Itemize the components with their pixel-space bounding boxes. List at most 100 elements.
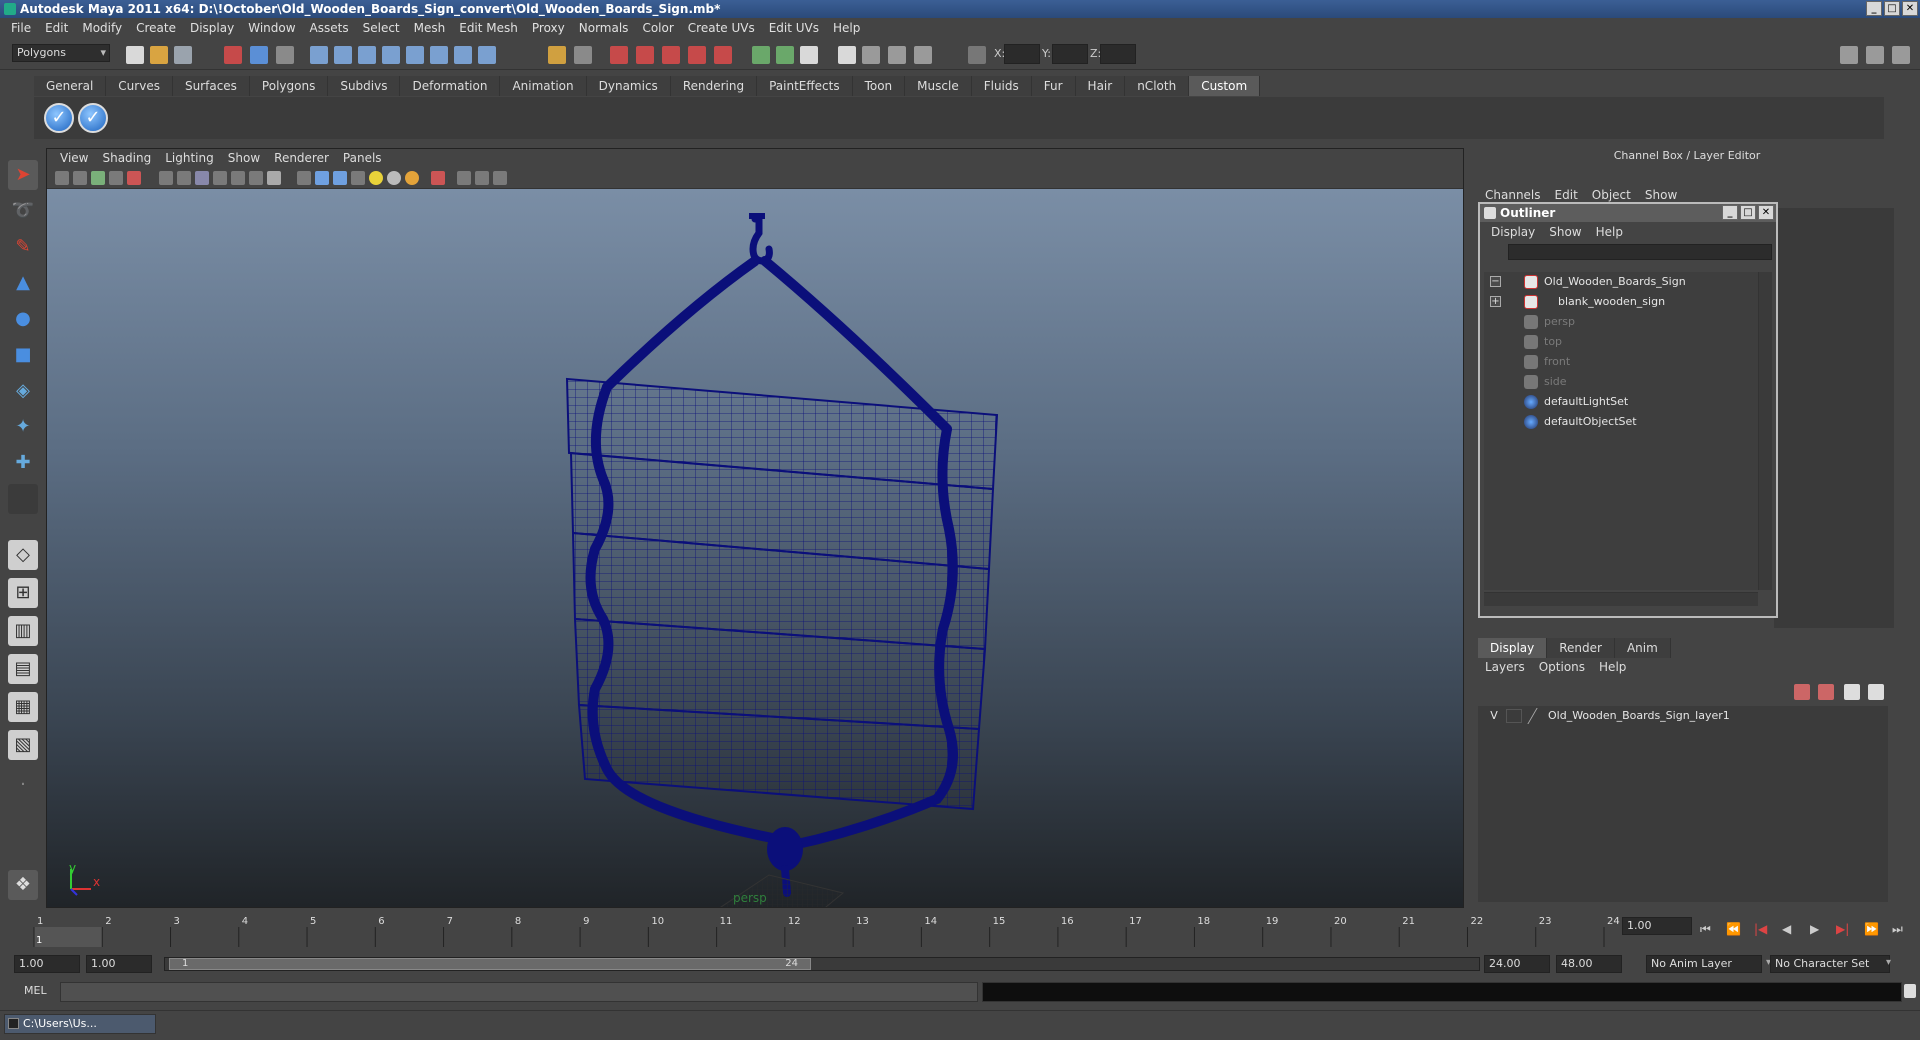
shelf-tab-fur[interactable]: Fur [1031, 76, 1076, 96]
x-field[interactable] [1004, 44, 1040, 64]
snap-grid-icon[interactable] [334, 46, 352, 64]
outliner-menu-show[interactable]: Show [1542, 225, 1588, 239]
snap-point-icon[interactable] [382, 46, 400, 64]
open-scene-icon[interactable] [150, 46, 168, 64]
menu-edit[interactable]: Edit [38, 21, 75, 35]
persp-graph-layout-icon[interactable]: ▤ [8, 654, 38, 684]
shelf-tab-custom[interactable]: Custom [1189, 76, 1261, 96]
shelf-tab-rendering[interactable]: Rendering [670, 76, 758, 96]
menu-window[interactable]: Window [241, 21, 302, 35]
layer-type-toggle[interactable] [1506, 709, 1522, 723]
menu-color[interactable]: Color [635, 21, 680, 35]
input-line-mode-icon[interactable] [776, 46, 794, 64]
shelf-tab-surfaces[interactable]: Surfaces [172, 76, 250, 96]
graph-layout-icon[interactable]: ▧ [8, 730, 38, 760]
collapse-icon[interactable]: − [1490, 276, 1501, 287]
layer-color-icon[interactable] [1527, 708, 1549, 724]
outliner-item[interactable]: top [1524, 332, 1562, 352]
snap-live-icon[interactable] [430, 46, 448, 64]
playback-start-field[interactable]: 1.00 [86, 955, 152, 973]
outliner-item[interactable]: Old_Wooden_Boards_Sign [1524, 272, 1686, 292]
last-tool-icon[interactable] [8, 484, 38, 514]
hypershade-icon[interactable] [688, 46, 706, 64]
absolute-transform-icon[interactable] [968, 46, 986, 64]
checkmark-shelf-button[interactable]: ✓ [44, 103, 74, 133]
menu-edit-uvs[interactable]: Edit UVs [762, 21, 826, 35]
playback-end-field[interactable]: 24.00 [1484, 955, 1550, 973]
show-attribute-editor-icon[interactable] [1840, 46, 1858, 64]
menu-proxy[interactable]: Proxy [525, 21, 572, 35]
persp-outliner-layout-icon[interactable]: ▥ [8, 616, 38, 646]
layer-row[interactable]: V Old_Wooden_Boards_Sign_layer1 [1478, 706, 1888, 726]
outliner-horizontal-scrollbar[interactable] [1484, 592, 1758, 606]
go-to-start-icon[interactable]: ⏮ [1700, 922, 1711, 937]
soft-modification-icon[interactable]: ✦ [8, 412, 38, 442]
render-current-frame-icon[interactable] [610, 46, 628, 64]
marking-menu-icon[interactable]: ❖ [8, 870, 38, 900]
current-frame-marker[interactable] [34, 927, 103, 947]
animation-end-field[interactable]: 48.00 [1556, 955, 1622, 973]
layer-tab-anim[interactable]: Anim [1614, 638, 1671, 658]
shelf-tab-general[interactable]: General [34, 76, 107, 96]
select-object-icon[interactable] [250, 46, 268, 64]
shelf-tab-ncloth[interactable]: nCloth [1125, 76, 1190, 96]
move-layer-down-icon[interactable] [1818, 684, 1834, 700]
maximize-button[interactable]: □ [1884, 1, 1900, 16]
paint-select-tool-icon[interactable]: ✎ [8, 232, 38, 262]
outliner-minimize-button[interactable]: _ [1722, 205, 1738, 220]
perspective-viewport[interactable]: View Shading Lighting Show Renderer Pane… [46, 148, 1464, 908]
snap-curve-icon[interactable] [358, 46, 376, 64]
checkmark-shelf-button-2[interactable]: ✓ [78, 103, 108, 133]
outliner-item[interactable]: defaultLightSet [1524, 392, 1628, 412]
input-line-icon[interactable] [752, 46, 770, 64]
menu-help[interactable]: Help [826, 21, 867, 35]
menu-create-uvs[interactable]: Create UVs [681, 21, 762, 35]
attribute-editor-icon[interactable] [862, 46, 880, 64]
wireframe-model[interactable] [47, 149, 1464, 908]
range-bar[interactable]: 1 24 [164, 957, 1480, 971]
shelf-tab-subdivs[interactable]: Subdivs [328, 76, 401, 96]
range-handle[interactable]: 1 24 [169, 958, 811, 970]
hypershade-layout-icon[interactable]: ▦ [8, 692, 38, 722]
move-layer-up-icon[interactable] [1794, 684, 1810, 700]
shelf-tab-curves[interactable]: Curves [106, 76, 173, 96]
pick-mask-icon[interactable] [310, 46, 328, 64]
layer-tab-display[interactable]: Display [1478, 638, 1548, 658]
go-to-end-icon[interactable]: ⏭ [1892, 922, 1903, 937]
close-button[interactable]: ✕ [1902, 1, 1918, 16]
save-scene-icon[interactable] [174, 46, 192, 64]
outliner-vertical-scrollbar[interactable] [1758, 272, 1772, 590]
script-editor-icon[interactable] [1904, 984, 1916, 998]
universal-manipulator-icon[interactable]: ◈ [8, 376, 38, 406]
shelf-tab-muscle[interactable]: Muscle [905, 76, 972, 96]
render-settings-icon[interactable] [662, 46, 680, 64]
play-forwards-icon[interactable]: ▶ [1810, 922, 1819, 936]
single-perspective-layout-icon[interactable]: ◇ [8, 540, 38, 570]
step-forward-frame-icon[interactable]: ⏩ [1864, 922, 1879, 936]
layer-menu-layers[interactable]: Layers [1478, 660, 1532, 674]
snap-plane-icon[interactable] [406, 46, 424, 64]
layer-visibility-toggle[interactable]: V [1486, 706, 1502, 726]
animation-start-field[interactable]: 1.00 [14, 955, 80, 973]
minimize-button[interactable]: _ [1866, 1, 1882, 16]
time-slider[interactable]: 1 2 3 4 5 6 7 8 9 10 11 12 13 14 15 16 17 18 19 20 21 22 23 24 1 [14, 913, 1624, 947]
shelf-tab-deformation[interactable]: Deformation [400, 76, 501, 96]
character-set-dropdown[interactable]: No Character Set [1770, 955, 1890, 973]
menu-select[interactable]: Select [356, 21, 407, 35]
construction-history-icon[interactable] [574, 46, 592, 64]
move-tool-icon[interactable]: ▲ [8, 268, 38, 298]
step-back-key-icon[interactable]: |◀ [1754, 922, 1767, 936]
current-frame-field[interactable]: 1.00 [1622, 917, 1692, 935]
outliner-item[interactable]: side [1524, 372, 1567, 392]
play-backwards-icon[interactable]: ◀ [1782, 922, 1791, 936]
menu-normals[interactable]: Normals [572, 21, 636, 35]
quick-rename-icon[interactable] [800, 46, 818, 64]
new-layer-selected-icon[interactable] [1868, 684, 1884, 700]
channel-box-icon[interactable] [914, 46, 932, 64]
menu-create[interactable]: Create [129, 21, 183, 35]
expand-icon[interactable]: + [1490, 296, 1501, 307]
layer-tab-render[interactable]: Render [1547, 638, 1615, 658]
scale-tool-icon[interactable]: ■ [8, 340, 38, 370]
shelf-tab-animation[interactable]: Animation [500, 76, 587, 96]
shelf-tab-polygons[interactable]: Polygons [249, 76, 329, 96]
